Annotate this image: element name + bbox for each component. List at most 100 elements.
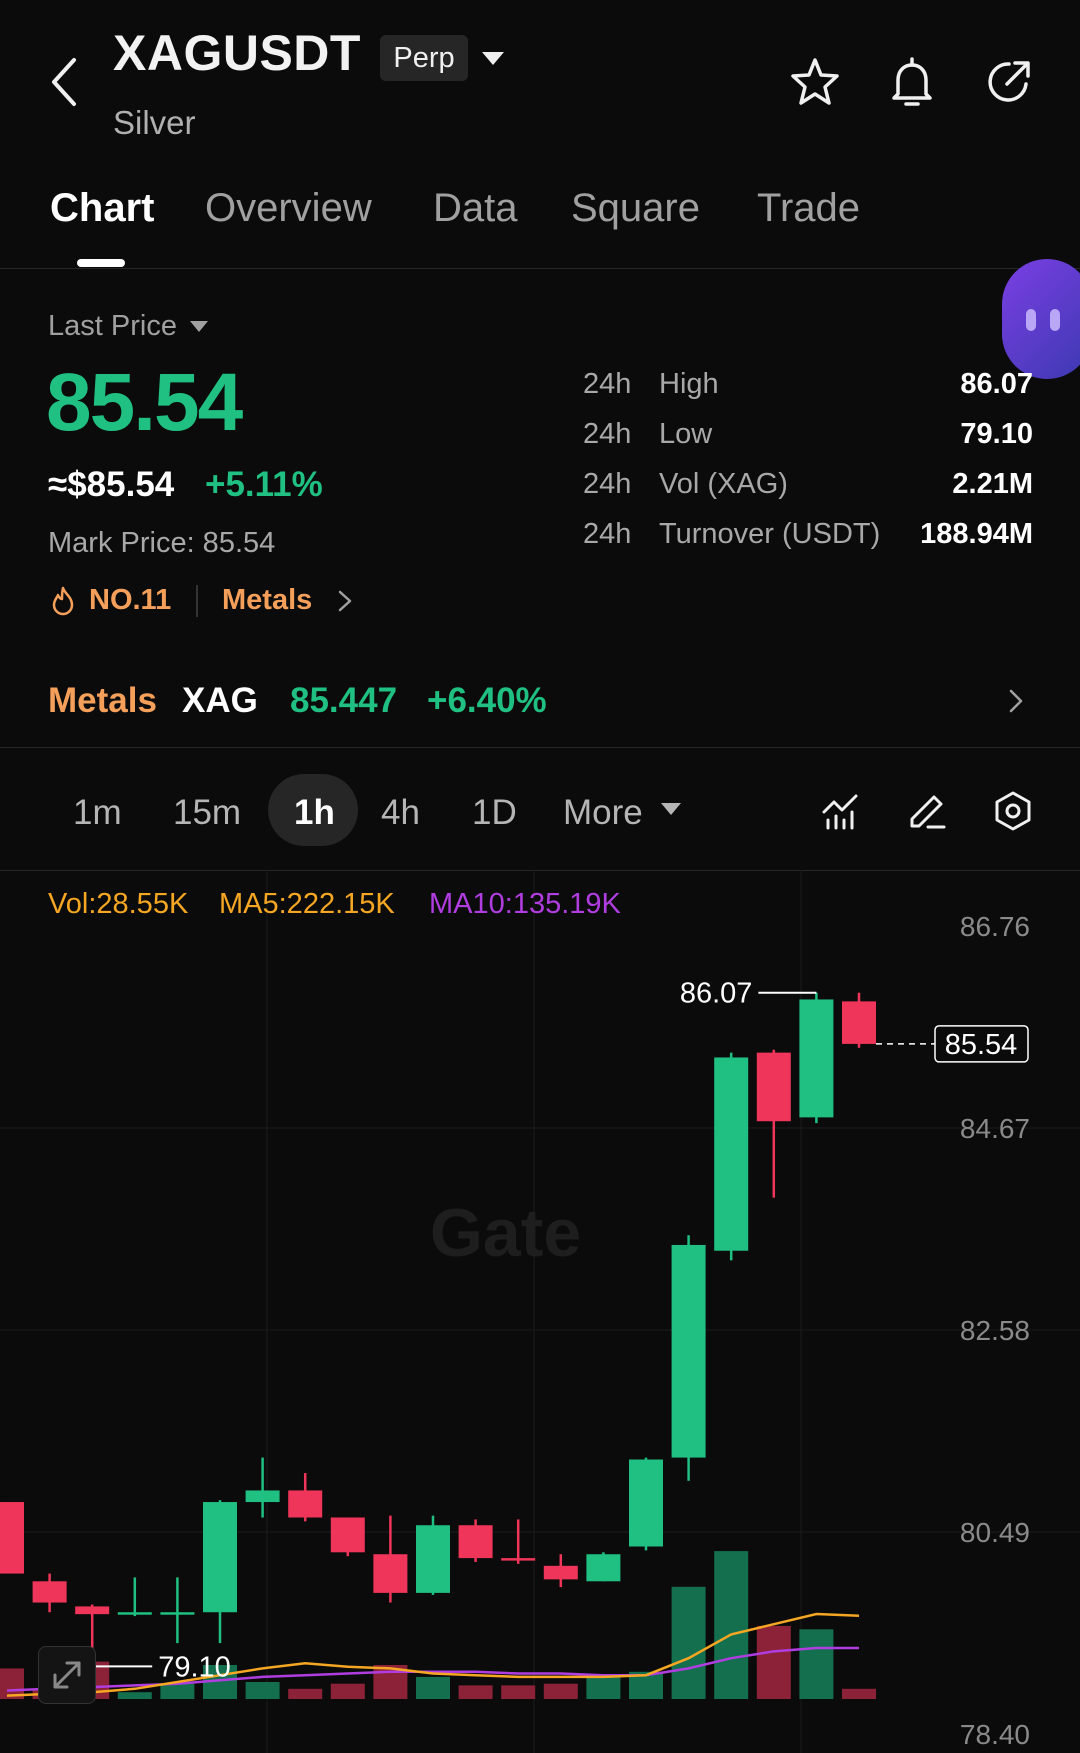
stat-period: 24h — [583, 518, 632, 550]
interval-4h[interactable]: 4h — [381, 788, 420, 838]
volume-bar — [756, 1625, 791, 1699]
tab-trade[interactable]: Trade — [757, 186, 860, 231]
fullscreen-button[interactable] — [38, 1646, 96, 1704]
candle-body — [416, 1525, 450, 1593]
watermark-logo: Gate — [430, 1195, 581, 1271]
chart-settings-button[interactable] — [992, 790, 1034, 832]
candle-body — [671, 1244, 706, 1458]
stat-value: 86.07 — [960, 368, 1033, 400]
candle-body — [203, 1502, 237, 1613]
tab-overview[interactable]: Overview — [205, 186, 372, 231]
candle-body — [288, 1490, 323, 1518]
favorite-button[interactable] — [789, 56, 841, 108]
assistant-bubble[interactable] — [1002, 259, 1080, 379]
expand-icon — [53, 1661, 81, 1689]
stat-name: Low — [659, 418, 713, 450]
chevron-right-icon[interactable] — [336, 588, 354, 614]
last-price: 85.54 — [46, 357, 243, 448]
active-tab-indicator — [77, 259, 125, 267]
interval-1m[interactable]: 1m — [73, 788, 122, 838]
candle-body — [842, 1001, 876, 1044]
volume-legend: Vol:28.55K — [48, 888, 189, 920]
fire-icon — [52, 586, 74, 616]
candle-body — [501, 1558, 536, 1561]
candle-body — [117, 1612, 152, 1615]
settings-hexagon-icon — [995, 791, 1031, 831]
volume-bar — [586, 1675, 621, 1699]
asset-name: Silver — [113, 104, 196, 141]
rank-badge[interactable]: NO.11 — [89, 584, 171, 617]
metals-index-price: 85.447 — [290, 681, 398, 720]
share-button[interactable] — [983, 56, 1035, 108]
chevron-down-icon[interactable] — [661, 803, 681, 815]
back-arrow-icon — [52, 58, 76, 106]
chevron-right-icon[interactable] — [1006, 686, 1026, 716]
indicator-chart-icon — [822, 794, 858, 830]
candle-body — [543, 1565, 578, 1580]
y-axis-tick: 84.67 — [960, 1113, 1030, 1144]
eye-left-icon — [1026, 309, 1036, 331]
category-link[interactable]: Metals — [222, 584, 312, 617]
usd-price: ≈$85.54 — [48, 465, 175, 504]
rank-separator — [196, 585, 198, 617]
mark-price: Mark Price: 85.54 — [48, 527, 276, 559]
star-icon — [791, 58, 839, 105]
volume-bar — [160, 1683, 195, 1699]
interval-more[interactable]: More — [563, 788, 643, 838]
volume-bar — [714, 1551, 749, 1699]
candle-body — [714, 1057, 749, 1251]
candlestick-chart[interactable]: Gate 86.76 84.67 82.58 80.49 78.40 86.07 79.1… — [0, 870, 1080, 1753]
high-marker-label: 86.07 — [680, 978, 753, 1010]
symbol-title: XAGUSDT — [113, 25, 361, 81]
volume-bar — [543, 1683, 578, 1699]
volume-bar — [799, 1629, 834, 1699]
stat-name: Vol (XAG) — [659, 468, 788, 500]
indicators-button[interactable] — [820, 790, 862, 832]
volume-bar — [117, 1692, 152, 1699]
interval-1h[interactable]: 1h — [294, 788, 335, 838]
section-divider — [0, 747, 1080, 748]
volume-bar — [288, 1688, 323, 1699]
volume-bar — [416, 1676, 450, 1699]
metals-index-change: +6.40% — [427, 681, 547, 720]
candle-body — [160, 1612, 195, 1615]
y-axis-tick: 80.49 — [960, 1517, 1030, 1548]
interval-1d[interactable]: 1D — [472, 788, 517, 838]
stat-row-volume: 24h Vol (XAG) 2.21M — [583, 468, 1033, 508]
chevron-down-icon[interactable] — [482, 52, 504, 65]
stat-name: High — [659, 368, 719, 400]
candle-body — [75, 1606, 110, 1615]
y-axis-tick: 86.76 — [960, 911, 1030, 942]
interval-15m[interactable]: 15m — [173, 788, 241, 838]
candle-body — [458, 1525, 493, 1559]
volume-bar — [671, 1586, 706, 1699]
alert-button[interactable] — [886, 56, 938, 108]
back-button[interactable] — [44, 52, 88, 112]
stat-period: 24h — [583, 368, 632, 400]
stat-row-high: 24h High 86.07 — [583, 368, 1033, 408]
metals-index-symbol: XAG — [182, 681, 258, 720]
stat-value: 2.21M — [952, 468, 1033, 500]
current-price-label: 85.54 — [945, 1029, 1018, 1061]
volume-bar — [842, 1688, 876, 1699]
price-change-percent: +5.11% — [205, 465, 323, 504]
volume-bar — [501, 1685, 536, 1699]
ma10-legend: MA10:135.19K — [429, 888, 621, 920]
candle-body — [629, 1459, 663, 1547]
tab-data[interactable]: Data — [433, 186, 518, 231]
chevron-down-icon[interactable] — [190, 321, 208, 332]
contract-type-selector[interactable]: Perp — [380, 35, 468, 81]
candle-body — [373, 1554, 408, 1593]
tabs-divider — [0, 268, 1080, 269]
tab-square[interactable]: Square — [571, 186, 700, 231]
ma5-legend: MA5:222.15K — [219, 888, 395, 920]
stat-name: Turnover (USDT) — [659, 518, 881, 550]
draw-button[interactable] — [906, 790, 948, 832]
volume-bar — [245, 1682, 280, 1699]
price-type-selector[interactable]: Last Price — [48, 310, 177, 343]
tab-chart[interactable]: Chart — [50, 186, 154, 231]
pencil-icon — [910, 795, 946, 829]
y-axis-tick: 78.40 — [960, 1719, 1030, 1750]
stat-row-turnover: 24h Turnover (USDT) 188.94M — [583, 518, 1033, 558]
stat-row-low: 24h Low 79.10 — [583, 418, 1033, 458]
